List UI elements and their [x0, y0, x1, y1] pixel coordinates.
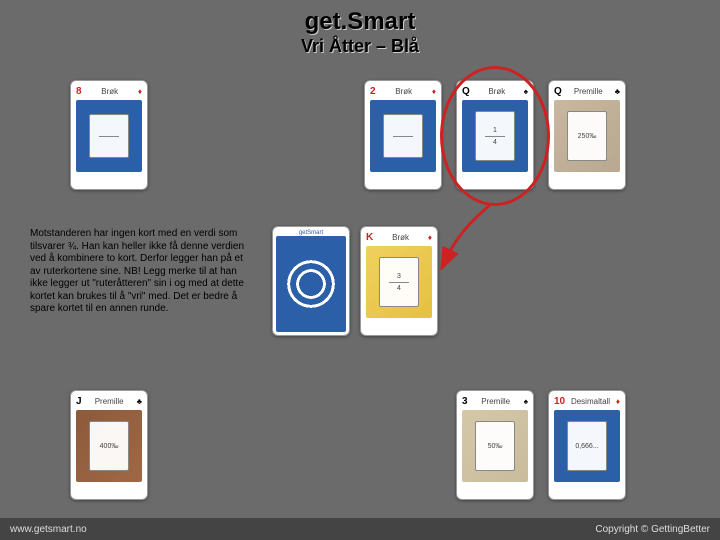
card-label: Brøk [101, 87, 118, 96]
card-r1-3: Q Brøk ♠ 1 4 [456, 80, 534, 190]
card-top: 8 Brøk ♦ [74, 84, 144, 98]
card-label: Brøk [392, 233, 409, 242]
inner-box [89, 114, 129, 158]
frac-top: 3 [397, 273, 401, 280]
card-bottom [364, 320, 434, 332]
card-bottom [368, 174, 438, 186]
card-top: 3 Premille ♠ [460, 394, 530, 408]
card-r2-play: K Brøk ♦ 3 4 [360, 226, 438, 336]
card-bottom [552, 174, 622, 186]
card-bottom [552, 484, 622, 496]
card-rank: Q [462, 86, 470, 97]
card-rank: 10 [554, 396, 565, 407]
suit-icon: ♣ [137, 397, 142, 406]
card-center: 3 4 [366, 246, 432, 318]
card-top: K Brøk ♦ [364, 230, 434, 244]
inner-box: 0,666... [567, 421, 607, 471]
card-label: Premille [481, 397, 510, 406]
page-subtitle: Vri Åtter – Blå [0, 36, 720, 57]
inner-box [383, 114, 423, 158]
body-text: Motstanderen har ingen kort med en verdi… [30, 228, 250, 316]
card-center: 400‰ [76, 410, 142, 482]
card-back: getSmart [272, 226, 350, 336]
card-label: Brøk [395, 87, 412, 96]
suit-icon: ♦ [138, 87, 142, 96]
card-r1-4: Q Premille ♣ 250‰ [548, 80, 626, 190]
card-center: 50‰ [462, 410, 528, 482]
card-back-pattern [276, 236, 346, 332]
card-center [76, 100, 142, 172]
card-r1-1: 8 Brøk ♦ [70, 80, 148, 190]
card-label: Brøk [488, 87, 505, 96]
card-r3-1: J Premille ♣ 400‰ [70, 390, 148, 500]
frac-bot: 4 [397, 285, 401, 292]
card-label: Premille [574, 87, 603, 96]
suit-icon: ♦ [428, 233, 432, 242]
val: 250‰ [578, 133, 597, 140]
card-top: 2 Brøk ♦ [368, 84, 438, 98]
card-rank: 2 [370, 86, 376, 97]
card-bottom [460, 174, 530, 186]
card-top: 10 Desimaltall ♦ [552, 394, 622, 408]
card-center [370, 100, 436, 172]
card-rank: 8 [76, 86, 82, 97]
card-top: Q Premille ♣ [552, 84, 622, 98]
card-center: 0,666... [554, 410, 620, 482]
card-top: J Premille ♣ [74, 394, 144, 408]
card-rank: Q [554, 86, 562, 97]
card-bottom [74, 174, 144, 186]
suit-icon: ♦ [432, 87, 436, 96]
card-center: 1 4 [462, 100, 528, 172]
card-r3-3: 10 Desimaltall ♦ 0,666... [548, 390, 626, 500]
val: 50‰ [488, 443, 503, 450]
footer-url: www.getsmart.no [10, 524, 87, 535]
card-center: 250‰ [554, 100, 620, 172]
inner-box: 1 4 [475, 111, 515, 161]
frac-bot: 4 [493, 139, 497, 146]
card-label: Desimaltall [571, 397, 610, 406]
card-rank: K [366, 232, 373, 243]
card-bottom [460, 484, 530, 496]
card-r1-2: 2 Brøk ♦ [364, 80, 442, 190]
inner-box: 3 4 [379, 257, 419, 307]
footer: www.getsmart.no Copyright © GettingBette… [0, 518, 720, 540]
card-label: Premille [95, 397, 124, 406]
suit-icon: ♠ [524, 87, 528, 96]
inner-box: 250‰ [567, 111, 607, 161]
card-bottom [74, 484, 144, 496]
card-rank: 3 [462, 396, 468, 407]
suit-icon: ♠ [524, 397, 528, 406]
card-r3-2: 3 Premille ♠ 50‰ [456, 390, 534, 500]
frac-top: 1 [493, 127, 497, 134]
val: 0,666... [575, 443, 598, 450]
val: 400‰ [100, 443, 119, 450]
suit-icon: ♦ [616, 397, 620, 406]
card-rank: J [76, 396, 82, 407]
page-title: get.Smart [0, 8, 720, 36]
footer-copyright: Copyright © GettingBetter [595, 524, 710, 535]
suit-icon: ♣ [615, 87, 620, 96]
inner-box: 50‰ [475, 421, 515, 471]
header: get.Smart Vri Åtter – Blå [0, 0, 720, 57]
arrow-icon [440, 200, 500, 270]
card-top: Q Brøk ♠ [460, 84, 530, 98]
inner-box: 400‰ [89, 421, 129, 471]
